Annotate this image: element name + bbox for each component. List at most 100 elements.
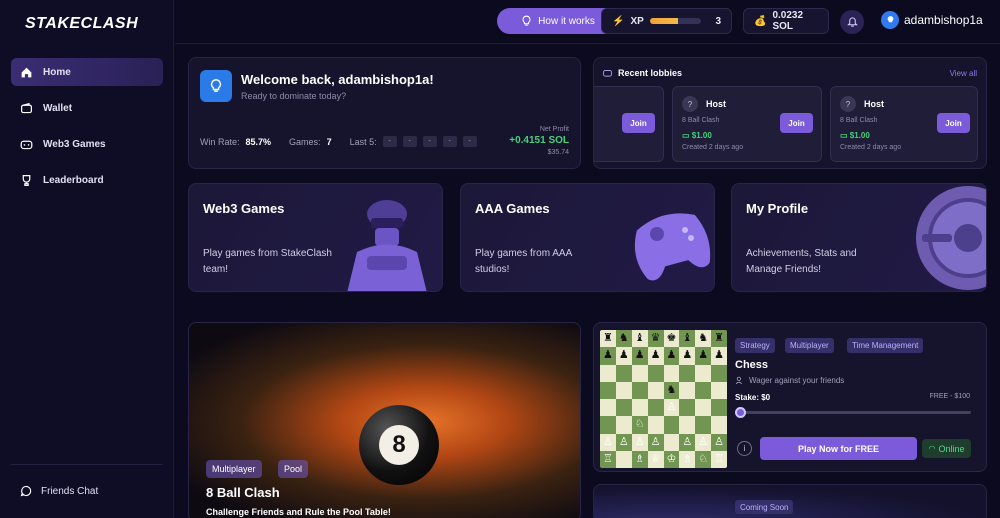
stake-slider[interactable] [735,407,971,418]
coming-soon-game-card: Coming Soon [593,484,987,518]
chess-square: ♙ [711,433,727,451]
category-card-aaa-games[interactable]: AAA Games Play games from AAA studios! [460,183,715,292]
lobby-amount-value: $1.00 [691,131,712,140]
join-button[interactable]: Join [780,113,813,133]
sidebar-item-home[interactable]: Home [11,58,163,86]
lobby-amount: ▭ $1.00 [840,131,870,140]
chess-title: Chess [735,359,769,371]
view-all-link[interactable]: View all [950,69,977,78]
chess-square: ♟ [695,347,712,365]
chess-square: ♟ [600,347,616,365]
chess-square: ♗ [631,450,648,468]
lobby-amount: ▭ $1.00 [682,131,712,140]
chess-square [695,364,712,382]
chat-icon [20,485,32,497]
trophy-icon [22,174,31,186]
welcome-card: Welcome back, adambishop1a! Ready to dom… [188,57,581,169]
chess-square: ♙ [679,433,696,451]
lobby-amount-value: $1.00 [849,131,870,140]
win-rate-value: 85.7% [245,136,272,147]
chess-square: ♟ [647,347,664,365]
lobby-game: 8 Ball Clash [682,117,720,124]
chess-square: ♝ [631,330,648,348]
avatar [881,11,899,29]
sidebar-item-wallet[interactable]: Wallet [11,94,163,122]
user-menu[interactable]: adambishop1a [881,11,983,29]
money-bag-icon: 💰 [754,15,767,27]
net-profit-usd: $35.74 [547,149,569,156]
sol-balance[interactable]: 💰 0.0232 SOL [743,8,829,34]
lobby-host: Host [706,99,726,109]
chess-square [615,399,632,417]
chess-square [663,433,680,451]
question-icon: ? [840,96,856,112]
chess-square [615,381,632,399]
category-title: AAA Games [475,201,550,216]
chess-square [600,364,616,382]
play-now-button[interactable]: Play Now for FREE [760,437,917,460]
chess-square [679,364,696,382]
sidebar: STAKECLASH Home Wallet Web3 Games Leader… [0,0,174,518]
brand-logo[interactable]: STAKECLASH [25,15,138,33]
sidebar-item-label: Web3 Games [43,138,106,150]
chess-square [647,399,664,417]
join-button[interactable]: Join [937,113,970,133]
chess-square: ♞ [663,381,680,399]
tag-coming-soon: Coming Soon [735,500,794,514]
chess-square: ♚ [663,330,680,348]
chess-square: ♟ [631,347,648,365]
sidebar-item-web3-games[interactable]: Web3 Games [11,130,163,158]
username: adambishop1a [904,13,983,27]
featured-game-8-ball-clash[interactable]: 8 Multiplayer Pool 8 Ball Clash Challeng… [188,322,581,518]
chess-square [600,416,616,434]
friends-chat-label: Friends Chat [41,485,99,497]
lobby-card[interactable]: ? Host 8 Ball Clash ▭ $1.00 Created 2 da… [672,86,822,162]
chess-square [695,381,712,399]
category-description: Achievements, Stats and Manage Friends! [746,248,857,275]
notifications-button[interactable] [840,10,864,34]
category-card-web3-games[interactable]: Web3 Games Play games from StakeClash te… [188,183,443,292]
chess-square: ♙ [663,399,680,417]
chess-square [631,381,648,399]
category-card-my-profile[interactable]: My Profile Achievements, Stats and Manag… [731,183,987,292]
chess-game-card: ♜ ♞ ♝ ♛ ♚ ♝ ♞ ♜ ♟ ♟ ♟ ♟ ♟ ♟ ♟ ♟ ♞ ♙ ♘ ♙ ♙ ♙ ♙ ♙ ♙ ♙ ♖ ♗ ♕ ♔ ♗ ♘ ♖ Strate… [593,322,987,472]
info-icon[interactable]: i [737,441,752,456]
category-title: Web3 Games [203,201,285,216]
chess-square: ♕ [647,450,664,468]
net-profit: Net Profit +0.4151 SOL $35.74 [509,126,569,156]
join-button[interactable]: Join [622,113,655,133]
chess-square [615,450,632,468]
eight-ball-number: 8 [379,425,419,465]
online-status-badge: ◠ Online [922,439,971,458]
net-profit-label: Net Profit [539,126,569,133]
chess-square: ♟ [615,347,632,365]
eight-ball-image: 8 [359,405,439,485]
gamepad-icon [602,70,613,77]
gamepad-icon [20,140,33,149]
chess-square: ♔ [663,450,680,468]
sidebar-item-leaderboard[interactable]: Leaderboard [11,166,163,194]
question-icon: ? [682,96,698,112]
stake-slider-handle[interactable] [735,407,746,418]
chess-square [600,399,616,417]
sol-balance-value: 0.0232 SOL [772,10,804,32]
recent-lobbies-header: Recent lobbies [602,68,682,78]
chess-square: ♖ [600,450,616,468]
vault-illustration [916,186,986,290]
chess-square [663,364,680,382]
chess-board-image: ♜ ♞ ♝ ♛ ♚ ♝ ♞ ♜ ♟ ♟ ♟ ♟ ♟ ♟ ♟ ♟ ♞ ♙ ♘ ♙ ♙ ♙ ♙ ♙ ♙ ♙ ♖ ♗ ♕ ♔ ♗ ♘ ♖ [600,330,727,468]
friends-chat-button[interactable]: Friends Chat [20,485,98,497]
chess-square [631,399,648,417]
lobby-card[interactable]: ? Host 8 Ball Clash ▭ $1.00 Created 2 da… [830,86,978,162]
xp-indicator[interactable]: ⚡ XP 3 [601,8,732,34]
games-label: Games: [289,136,321,147]
recent-lobbies-title: Recent lobbies [618,68,683,78]
games-value: 7 [326,136,332,147]
chess-square [695,399,712,417]
net-profit-sol: +0.4151 SOL [509,135,569,146]
chess-square [679,416,696,434]
chess-square [631,364,648,382]
chess-square: ♝ [679,330,696,348]
lobby-card[interactable]: Join [594,86,664,162]
featured-game-subtitle: Challenge Friends and Rule the Pool Tabl… [206,507,391,517]
